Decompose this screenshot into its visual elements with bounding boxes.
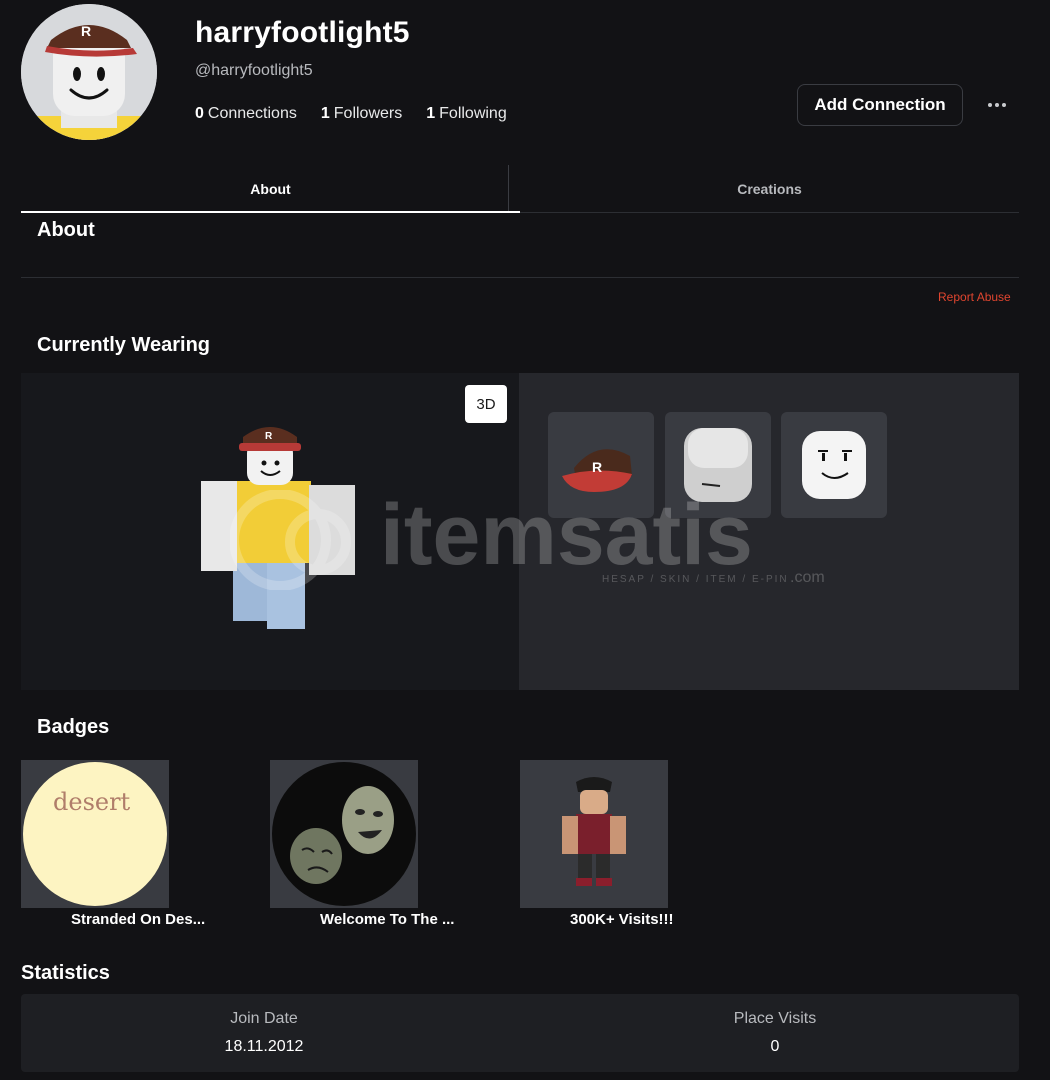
following-label: Following xyxy=(439,105,507,122)
svg-text:R: R xyxy=(81,23,91,39)
tab-divider xyxy=(508,165,509,211)
report-abuse-link[interactable]: Report Abuse xyxy=(938,290,1011,304)
avatar-headshot-image: R xyxy=(21,4,157,140)
badge-visits[interactable] xyxy=(520,760,668,908)
badge-label[interactable]: 300K+ Visits!!! xyxy=(570,911,674,928)
face-icon xyxy=(802,431,866,499)
connections-stat[interactable]: 0 Connections xyxy=(195,105,297,123)
about-heading: About xyxy=(37,219,95,241)
badge-welcome[interactable] xyxy=(270,760,418,908)
wearing-item-face[interactable] xyxy=(781,412,887,518)
connections-label: Connections xyxy=(207,105,297,122)
join-date-value: 18.11.2012 xyxy=(224,1038,304,1055)
wearing-item-cap[interactable]: R xyxy=(548,412,654,518)
connections-count: 0 xyxy=(195,105,204,122)
followers-stat[interactable]: 1 Followers xyxy=(321,105,402,123)
currently-wearing-heading: Currently Wearing xyxy=(37,334,210,356)
svg-text:R: R xyxy=(592,459,602,475)
badge-desert-image: desert xyxy=(21,760,169,908)
badge-character-image xyxy=(520,760,668,908)
badge-masks-image xyxy=(270,760,418,908)
place-visits-stat: Place Visits 0 xyxy=(675,1010,875,1056)
profile-page: R harryfootlight5 @harryfootlight5 0 Conn… xyxy=(0,0,1050,1080)
badge-stranded[interactable]: desert xyxy=(21,760,169,908)
social-stats: 0 Connections 1 Followers 1 Following xyxy=(195,105,507,123)
following-stat[interactable]: 1 Following xyxy=(426,105,507,123)
profile-tabs: About Creations xyxy=(21,165,1019,213)
join-date-stat: Join Date 18.11.2012 xyxy=(164,1010,364,1056)
wearing-item-head[interactable] xyxy=(665,412,771,518)
svg-text:R: R xyxy=(265,431,273,442)
more-options-icon[interactable] xyxy=(984,94,1010,116)
add-connection-button[interactable]: Add Connection xyxy=(797,84,963,126)
tab-creations[interactable]: Creations xyxy=(520,165,1019,212)
toggle-3d-button[interactable]: 3D xyxy=(465,385,507,423)
followers-count: 1 xyxy=(320,105,330,122)
tab-about[interactable]: About xyxy=(21,165,520,213)
display-name: harryfootlight5 xyxy=(195,16,410,49)
join-date-label: Join Date xyxy=(230,1010,298,1027)
username-handle: @harryfootlight5 xyxy=(195,62,313,79)
badge-label[interactable]: Stranded On Des... xyxy=(71,911,205,928)
statistics-heading: Statistics xyxy=(21,962,110,984)
place-visits-value: 0 xyxy=(770,1038,780,1055)
badge-desert-text: desert xyxy=(53,788,131,816)
place-visits-label: Place Visits xyxy=(733,1010,817,1027)
badges-heading: Badges xyxy=(37,716,110,738)
followers-label: Followers xyxy=(333,105,403,122)
head-icon xyxy=(684,428,752,502)
about-divider xyxy=(21,277,1019,278)
cap-icon: R xyxy=(562,449,632,492)
following-count: 1 xyxy=(426,105,436,122)
avatar-3d-viewer[interactable]: R xyxy=(21,373,519,690)
badge-label[interactable]: Welcome To The ... xyxy=(320,911,454,928)
avatar: R xyxy=(21,4,157,140)
avatar-full-body-image: R xyxy=(201,427,355,629)
